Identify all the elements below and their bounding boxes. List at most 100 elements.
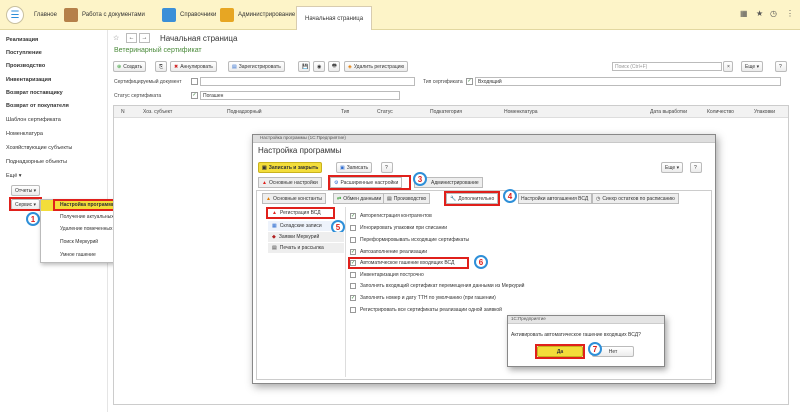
reports-button[interactable]: Отчеты ▾	[11, 185, 41, 196]
warning-icon: ▲	[262, 179, 267, 186]
dialog-title: Настройка программы	[258, 146, 342, 155]
box-icon: ▦	[272, 223, 277, 229]
col-quantity[interactable]: Количество	[707, 109, 734, 115]
dialog-help-button[interactable]: ?	[381, 162, 393, 173]
step-6-marker: 6	[474, 255, 488, 269]
vsd-registration-highlight	[266, 207, 335, 219]
sidebar-item-supervised-objects[interactable]: Поднадзорные объекты	[6, 159, 67, 165]
program-settings-highlight	[53, 199, 117, 211]
search-input[interactable]: Поиск (Ctrl+F)	[612, 62, 722, 71]
tab-auto-repayment[interactable]: Настройки автогашения ВСД	[518, 193, 593, 204]
clear-search-button[interactable]: ×	[723, 61, 733, 72]
exchange-icon: ⇄	[337, 195, 342, 202]
mercury-icon: ◆	[272, 234, 276, 240]
tab-main[interactable]: Главное	[34, 4, 57, 26]
sidebar-item-business-entities[interactable]: Хозяйствующие субъекты	[6, 145, 72, 151]
create-button[interactable]: ⊕ Создать	[113, 61, 147, 72]
checkbox-ignore-packages[interactable]: Игнорировать упаковки при списании	[350, 225, 447, 231]
tab-catalogs[interactable]: Справочники	[162, 4, 216, 26]
checkbox-fill-transfer-cert[interactable]: Заполнять входящий сертификат перемещени…	[350, 283, 524, 289]
cert-doc-checkbox[interactable]	[191, 78, 198, 85]
nav-home-icon[interactable]: ☆	[113, 34, 123, 44]
checkbox-fill-ttn[interactable]: ✓ Заполнять номер и дату ТТН по умолчанию…	[350, 295, 496, 301]
sidebar-item-return-customer[interactable]: Возврат от покупателя	[6, 103, 69, 109]
col-nomenclature[interactable]: Номенклатура	[504, 109, 538, 115]
tab-data-exchange[interactable]: ⇄ Обмен данными	[333, 193, 386, 204]
tab-home-page[interactable]: Начальная страница	[296, 6, 373, 30]
checkbox-auto-register-contractors[interactable]: ✓ Авторегистрация контрагентов	[350, 213, 432, 219]
cert-type-label: Тип сертификата	[423, 79, 463, 85]
disk-icon: ▣	[340, 164, 345, 171]
additional-tab-highlight	[444, 191, 500, 206]
briefcase-icon	[64, 8, 78, 22]
dialog-help-button-right[interactable]: ?	[690, 162, 702, 173]
col-production-date[interactable]: Дата выработки	[650, 109, 687, 115]
save-and-close-button[interactable]: ▣ Записать и закрыть	[258, 162, 323, 173]
checkbox-inventory-by-line[interactable]: Инвентаризация построчно	[350, 272, 424, 278]
col-packages[interactable]: Упаковки	[754, 109, 775, 115]
sidebar-item-cert-template[interactable]: Шаблон сертификата	[6, 117, 61, 123]
more-button[interactable]: Еще ▾	[741, 61, 764, 72]
history-icon[interactable]: ◷	[770, 9, 777, 18]
sidebar-item-receipts[interactable]: Поступление	[6, 50, 42, 56]
step-4-marker: 4	[503, 189, 517, 203]
confirm-message: Активировать автоматическое гашение вход…	[511, 332, 641, 338]
checkbox-reform-outgoing[interactable]: Переформировывать исходящие сертификаты	[350, 237, 469, 243]
more-icon[interactable]: ⋮	[786, 9, 794, 18]
sync-icon: ◷	[596, 195, 601, 202]
sidebar-item-return-supplier[interactable]: Возврат поставщику	[6, 90, 63, 96]
print-button[interactable]: 🖶	[328, 61, 340, 72]
menu-item-mercury-search[interactable]: Поиск Меркурий	[60, 239, 98, 245]
dialog-more-button[interactable]: Еще ▾	[661, 162, 684, 173]
sidebar-item-sales[interactable]: Реализация	[6, 37, 38, 43]
star-icon[interactable]: ★	[756, 9, 763, 18]
grid-icon[interactable]: ▦	[740, 9, 748, 18]
tab-sync-schedule[interactable]: ◷ Синхр остатков по расписанию	[592, 193, 679, 204]
tab-production[interactable]: ▤ Производство	[383, 193, 431, 204]
tab-administration[interactable]: Администрирование	[220, 4, 295, 26]
sidebar-item-inventory[interactable]: Инвентаризация	[6, 77, 51, 83]
confirm-yes-highlight	[535, 344, 585, 359]
app-menu-icon[interactable]: ☰	[6, 6, 24, 24]
sidebar-item-nomenclature[interactable]: Номенклатура	[6, 131, 43, 137]
refresh-button[interactable]: ◉	[313, 61, 325, 72]
nav-forward-button[interactable]: →	[139, 33, 150, 43]
checkbox-autofill-sales[interactable]: ✓ Автозаполнение реализации	[350, 249, 427, 255]
cert-type-checkbox[interactable]: ✓	[466, 78, 473, 85]
cert-type-field[interactable]: Входящий	[475, 77, 781, 86]
checkbox-register-all-one-request[interactable]: Регистрировать все сертификаты реализаци…	[350, 307, 502, 313]
section-print-mailing[interactable]: ▤ Печать и рассылка	[268, 243, 344, 253]
nav-back-button[interactable]: ←	[126, 33, 137, 43]
tab-basic-constants[interactable]: ▲ Основные константы	[262, 193, 327, 204]
save-button[interactable]: ▣ Записать	[336, 162, 373, 173]
save-icon-button[interactable]: 💾	[298, 61, 310, 72]
col-business-entity[interactable]: Хоз. субъект	[143, 109, 172, 115]
service-highlight	[9, 197, 42, 211]
step-3-marker: 3	[413, 172, 427, 186]
col-type[interactable]: Тип	[341, 109, 349, 115]
delete-registration-button[interactable]: ◈ Удалить регистрацию	[344, 61, 409, 72]
delete-reg-icon: ◈	[348, 63, 352, 70]
register-button[interactable]: ▤ Зарегистрировать	[228, 61, 285, 72]
tab-basic-settings[interactable]: ▲ Основные настройки	[258, 177, 322, 188]
section-mercury-requests[interactable]: ◆ Заявки Меркурий	[268, 232, 344, 242]
help-button[interactable]: ?	[775, 61, 787, 72]
cert-status-checkbox[interactable]: ✓	[191, 92, 198, 99]
doc-icon: ▤	[387, 195, 392, 202]
warning-icon: ▲	[266, 195, 271, 202]
col-subcategory[interactable]: Подкатегория	[430, 109, 462, 115]
col-n[interactable]: N	[121, 109, 125, 115]
extended-settings-highlight	[328, 175, 411, 190]
tab-documents[interactable]: Работа с документами	[64, 4, 145, 26]
tools-icon	[220, 8, 234, 22]
copy-button[interactable]: ⎘	[155, 61, 167, 72]
sidebar-item-production[interactable]: Производство	[6, 63, 45, 69]
col-supervised[interactable]: Поднадзорный	[227, 109, 262, 115]
confirm-dialog	[507, 315, 665, 367]
col-status[interactable]: Статус	[377, 109, 393, 115]
annul-button[interactable]: ✖ Аннулировать	[170, 61, 217, 72]
cert-status-field[interactable]: Погашен	[200, 91, 400, 100]
sidebar-item-more[interactable]: Ещё ▾	[6, 173, 22, 179]
cert-doc-field[interactable]	[200, 77, 415, 86]
menu-item-smart-repayment[interactable]: Умное гашение	[60, 252, 96, 258]
